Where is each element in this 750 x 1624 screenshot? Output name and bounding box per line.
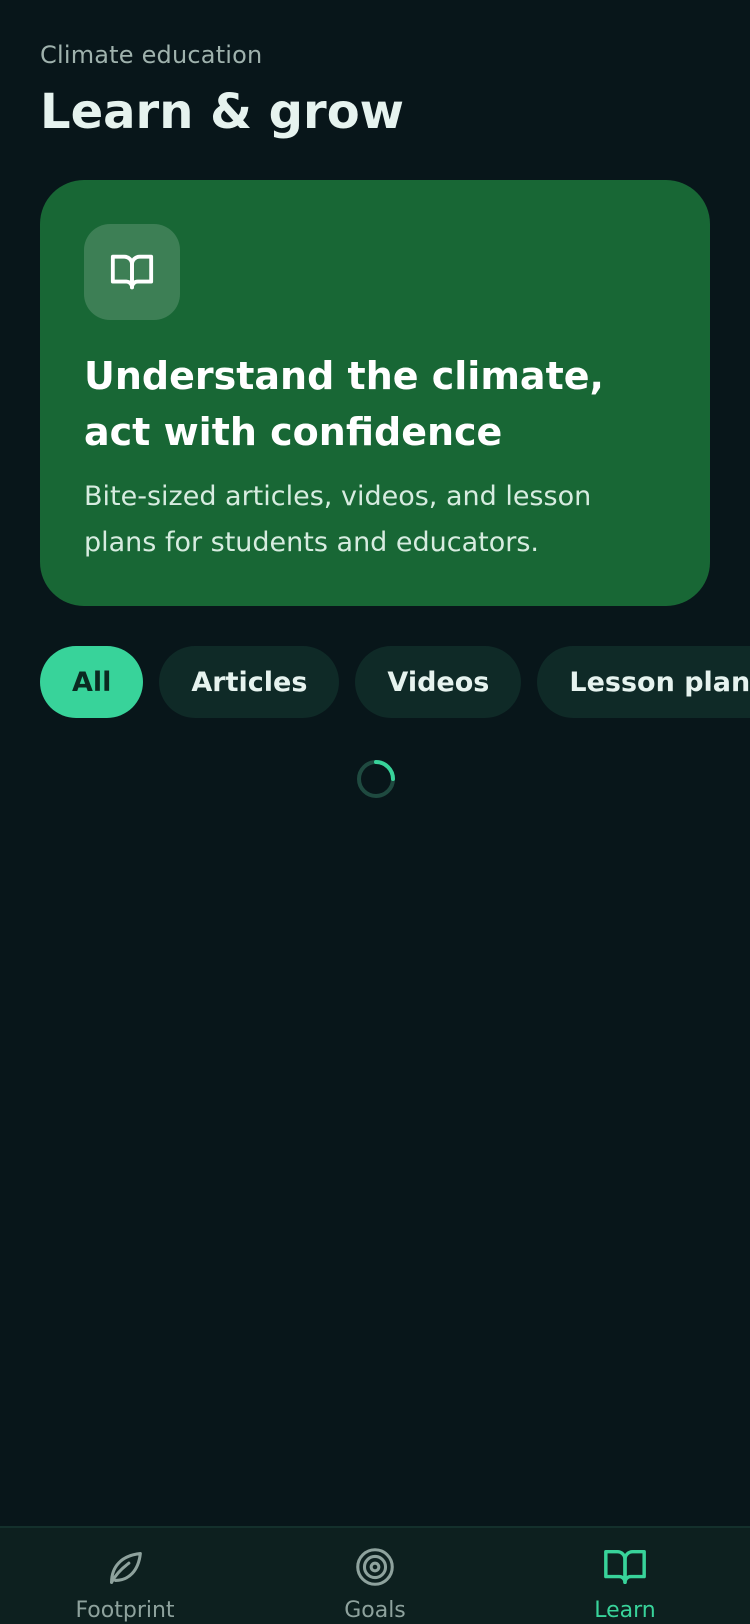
page-header: Climate education Learn & grow (40, 38, 700, 144)
page-title: Learn & grow (40, 84, 405, 140)
nav-label-goals: Goals (344, 1598, 406, 1623)
nav-label-footprint: Footprint (75, 1598, 175, 1623)
hero-icon-container (84, 224, 180, 320)
filter-chip-lesson-plans[interactable]: Lesson plans (537, 646, 750, 718)
book-open-icon (110, 254, 154, 290)
nav-item-goals[interactable]: Goals (250, 1528, 500, 1624)
filter-chip-videos[interactable]: Videos (355, 646, 522, 718)
hero-subtitle: Bite-sized articles, videos, and lesson … (84, 481, 592, 558)
target-icon (356, 1548, 394, 1586)
section-eyebrow: Climate education (40, 41, 263, 69)
book-open-icon (604, 1549, 646, 1585)
filter-chip-articles[interactable]: Articles (159, 646, 340, 718)
hero-card: Understand the climate, act with confide… (40, 180, 710, 606)
leaf-icon (110, 1552, 142, 1584)
filter-chip-all[interactable]: All (40, 646, 144, 718)
nav-label-learn: Learn (594, 1598, 656, 1623)
hero-title: Understand the climate, act with confide… (84, 354, 604, 454)
bottom-navigation: Footprint Goals Learn (0, 1526, 750, 1624)
filter-chips: All Articles Videos Lesson plans (40, 646, 750, 718)
loading-spinner-icon (357, 760, 395, 798)
nav-item-learn[interactable]: Learn (500, 1528, 750, 1624)
nav-item-footprint[interactable]: Footprint (0, 1528, 250, 1624)
